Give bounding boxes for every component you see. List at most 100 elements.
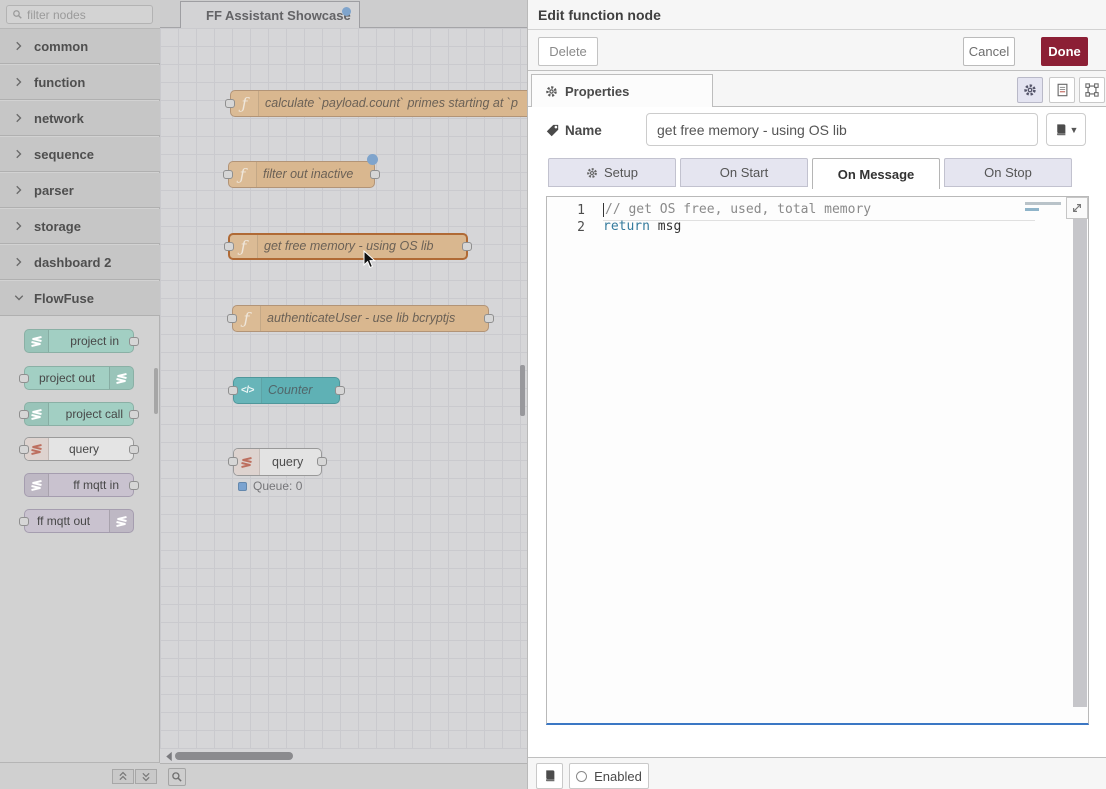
palette-node-query[interactable]: query (24, 437, 134, 461)
node-counter[interactable]: </> Counter (233, 377, 340, 404)
enabled-toggle-button[interactable]: Enabled (569, 763, 649, 789)
node-get-free-memory[interactable]: ƒ get free memory - using OS lib (228, 233, 468, 260)
palette-category-parser[interactable]: parser (0, 173, 160, 208)
palette-category-flowfuse[interactable]: FlowFuse (0, 281, 160, 316)
label-options-button[interactable]: ▼ (1046, 113, 1086, 146)
node-port[interactable] (228, 386, 238, 395)
tab-on-start[interactable]: On Start (680, 158, 808, 187)
palette-node-project-call[interactable]: project call (24, 402, 134, 426)
palette-node-label: ff mqtt in (73, 478, 119, 492)
node-port[interactable] (129, 445, 139, 454)
palette-category-sequence[interactable]: sequence (0, 137, 160, 172)
properties-view-button[interactable] (1017, 77, 1043, 103)
node-authenticate-user[interactable]: ƒ authenticateUser - use lib bcryptjs (232, 305, 489, 332)
flow-tab[interactable]: FF Assistant Showcase (180, 1, 360, 28)
node-port[interactable] (227, 314, 237, 323)
chevron-right-icon (13, 76, 25, 88)
name-row: Name ▼ (528, 113, 1106, 153)
palette-category-network[interactable]: network (0, 101, 160, 136)
flowfuse-logo-icon (109, 367, 133, 389)
canvas-h-scrollbar[interactable] (160, 749, 527, 763)
search-icon (12, 9, 23, 20)
tab-on-stop[interactable]: On Stop (944, 158, 1072, 187)
book-icon (1054, 123, 1067, 137)
expand-all-button[interactable] (135, 769, 157, 784)
node-port[interactable] (225, 99, 235, 108)
tab-label: Setup (604, 165, 638, 180)
name-input[interactable] (646, 113, 1038, 146)
double-chevron-up-icon (117, 771, 129, 782)
palette-category-storage[interactable]: storage (0, 209, 160, 244)
node-label: get free memory - using OS lib (264, 239, 434, 253)
tab-setup[interactable]: Setup (548, 158, 676, 187)
collapse-all-button[interactable] (112, 769, 134, 784)
category-label: storage (34, 219, 81, 234)
palette-category-dashboard2[interactable]: dashboard 2 (0, 245, 160, 280)
code-comment: // get OS free, used, total memory (605, 202, 871, 217)
node-port[interactable] (335, 386, 345, 395)
gear-icon (586, 167, 598, 179)
palette-node-label: project in (70, 334, 119, 348)
node-port[interactable] (129, 410, 139, 419)
search-flows-button[interactable] (168, 768, 186, 786)
tab-on-message[interactable]: On Message (812, 158, 940, 189)
palette-category-common[interactable]: common (0, 29, 160, 64)
node-port[interactable] (462, 242, 472, 251)
palette-scrollbar[interactable] (154, 368, 158, 414)
description-button[interactable] (1049, 77, 1075, 103)
modified-dot-icon (342, 7, 351, 16)
node-port[interactable] (19, 374, 29, 383)
node-palette: common function network sequence parser … (0, 0, 160, 789)
function-icon: ƒ (229, 162, 257, 187)
h-scrollbar-thumb[interactable] (175, 752, 293, 760)
palette-filter-box[interactable] (6, 5, 153, 24)
node-port[interactable] (19, 410, 29, 419)
editor-scrollbar[interactable] (1073, 197, 1087, 707)
palette-node-ff-mqtt-out[interactable]: ff mqtt out (24, 509, 134, 533)
delete-button[interactable]: Delete (538, 37, 598, 66)
flow-canvas[interactable]: FF Assistant Showcase ƒ calculate `paylo… (160, 0, 527, 789)
palette-node-project-out[interactable]: project out (24, 366, 134, 390)
scroll-left-arrow-icon[interactable] (164, 751, 174, 762)
line-number: 2 (547, 220, 585, 235)
chevron-right-icon (13, 40, 25, 52)
node-help-button[interactable] (536, 763, 563, 789)
gear-icon (545, 85, 558, 98)
node-calculate-primes[interactable]: ƒ calculate `payload.count` primes start… (230, 90, 527, 117)
palette-category-function[interactable]: function (0, 65, 160, 100)
tab-properties[interactable]: Properties (531, 74, 713, 107)
tray-header: Edit function node (528, 0, 1106, 30)
node-port[interactable] (484, 314, 494, 323)
done-button[interactable]: Done (1041, 37, 1088, 66)
canvas-grid[interactable]: ƒ calculate `payload.count` primes start… (160, 28, 527, 749)
node-port[interactable] (129, 337, 139, 346)
editor-minimap[interactable] (1025, 202, 1061, 211)
palette-filter-input[interactable] (27, 8, 137, 22)
code-editor[interactable]: 1 2 // get OS free, used, total memory r… (546, 196, 1089, 725)
category-label: sequence (34, 147, 94, 162)
code-keyword: return (603, 219, 650, 234)
node-port[interactable] (317, 457, 327, 466)
palette-node-label: query (69, 442, 99, 456)
node-port[interactable] (228, 457, 238, 466)
name-label-text: Name (565, 123, 602, 138)
node-port[interactable] (223, 170, 233, 179)
node-filter-out-inactive[interactable]: ƒ filter out inactive (228, 161, 375, 188)
appearance-button[interactable] (1079, 77, 1105, 103)
palette-node-project-in[interactable]: project in (24, 329, 134, 353)
node-query[interactable]: query (233, 448, 322, 476)
palette-node-ff-mqtt-in[interactable]: ff mqtt in (24, 473, 134, 497)
cancel-button-label: Cancel (969, 44, 1009, 59)
canvas-v-scrollbar[interactable] (520, 365, 525, 416)
cancel-button[interactable]: Cancel (963, 37, 1015, 66)
node-port[interactable] (19, 445, 29, 454)
node-port[interactable] (224, 242, 234, 251)
node-label: query (272, 455, 303, 469)
node-port[interactable] (19, 517, 29, 526)
expand-editor-button[interactable] (1066, 197, 1088, 219)
node-label: authenticateUser - use lib bcryptjs (267, 311, 455, 325)
node-port[interactable] (129, 481, 139, 490)
node-port[interactable] (370, 170, 380, 179)
function-icon: ƒ (231, 91, 259, 116)
template-icon: </> (234, 378, 262, 403)
